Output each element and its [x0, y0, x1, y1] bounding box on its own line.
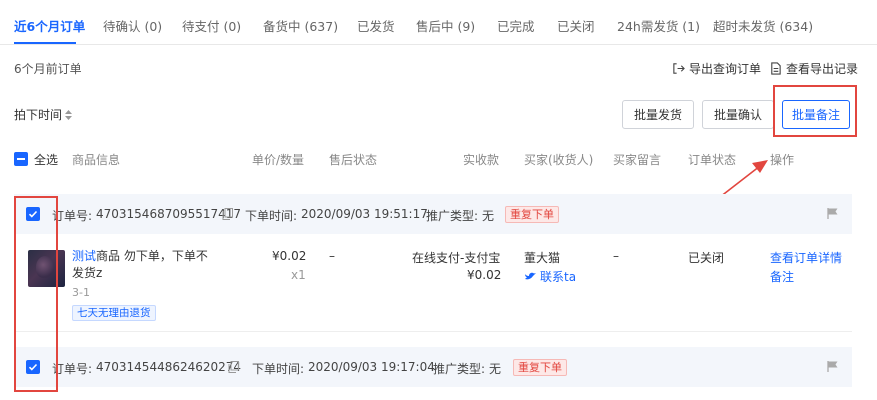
view-export-records-link[interactable]: 查看导出记录	[769, 60, 858, 77]
order-checkbox[interactable]	[26, 360, 40, 374]
sort-icon	[65, 109, 73, 120]
export-query-orders-link[interactable]: 导出查询订单	[672, 60, 761, 77]
repeat-order-tag: 重复下单	[513, 359, 567, 376]
order-time-label: 下单时间:	[245, 209, 298, 223]
view-order-detail-link[interactable]: 查看订单详情	[770, 249, 842, 266]
tab-ship-within-24h[interactable]: 24h需发货 (1)	[617, 16, 700, 35]
contact-bird-icon	[525, 272, 536, 280]
col-after-sale: 售后状态	[329, 153, 378, 167]
product-sku: 3-1	[72, 286, 90, 299]
tab-overdue-unshipped[interactable]: 超时未发货 (634)	[713, 16, 813, 35]
document-icon	[771, 62, 781, 75]
tab-pending-payment[interactable]: 待支付 (0)	[182, 16, 241, 35]
col-product: 商品信息	[72, 153, 121, 167]
col-actions: 操作	[770, 153, 795, 167]
batch-note-button[interactable]: 批量备注	[782, 100, 850, 129]
tab-recent-6-months[interactable]: 近6个月订单	[14, 16, 85, 35]
service-tag: 七天无理由退货	[72, 305, 156, 321]
order-number: 4703145448624620274	[96, 360, 242, 374]
tab-pending-confirm[interactable]: 待确认 (0)	[103, 16, 162, 35]
order-number-label: 订单号:	[52, 209, 93, 223]
order-header: 订单号: 4703145448624620274 下单时间: 2020/09/0…	[14, 347, 852, 387]
quantity: x1	[291, 268, 306, 282]
payment-method: 在线支付-支付宝	[412, 251, 501, 265]
col-price-qty: 单价/数量	[252, 153, 305, 167]
order-time: 2020/09/03 19:17:04	[308, 360, 435, 374]
tab-completed[interactable]: 已完成	[497, 16, 535, 35]
promo-type: 无	[489, 362, 502, 376]
col-paid: 实收款	[463, 153, 500, 167]
order-checkbox[interactable]	[26, 207, 40, 221]
sort-label-text: 拍下时间	[14, 108, 63, 122]
select-all-checkbox[interactable]	[14, 152, 28, 166]
col-buyer-note: 买家留言	[613, 153, 662, 167]
contact-buyer-link[interactable]: 联系ta	[524, 268, 576, 285]
order-time: 2020/09/03 19:51:17	[301, 207, 428, 221]
promo-type: 无	[482, 209, 495, 223]
batch-confirm-button[interactable]: 批量确认	[702, 100, 774, 129]
order-body: 测试商品 勿下单，下单不发货z 3-1 七天无理由退货 ¥0.02 x1 – 在…	[14, 236, 852, 332]
flag-icon[interactable]	[826, 207, 839, 220]
order-number: 4703154687095517417	[96, 207, 242, 221]
order-status: 已关闭	[688, 251, 725, 265]
order-tabs: 近6个月订单 待确认 (0) 待支付 (0) 备货中 (637) 已发货 售后中…	[0, 0, 877, 45]
export-icon	[673, 63, 685, 74]
product-name-prefix: 测试	[72, 249, 97, 263]
col-status: 订单状态	[688, 153, 737, 167]
active-tab-indicator	[14, 42, 76, 44]
view-export-label: 查看导出记录	[786, 62, 859, 76]
table-header: 全选 商品信息 单价/数量 售后状态 实收款 买家(收货人) 买家留言 订单状态…	[14, 146, 852, 172]
buyer-name: 董大猫	[524, 251, 561, 265]
paid-amount: ¥0.02	[467, 268, 502, 282]
promo-type-label: 推广类型:	[426, 209, 479, 223]
sort-by-order-time[interactable]: 拍下时间	[14, 106, 73, 123]
repeat-order-tag: 重复下单	[505, 206, 559, 223]
copy-icon[interactable]	[228, 361, 239, 373]
checkbox-check-icon	[28, 210, 38, 218]
checkbox-check-icon	[28, 363, 38, 371]
select-all-label: 全选	[34, 153, 59, 167]
tab-preparing[interactable]: 备货中 (637)	[263, 16, 338, 35]
col-buyer: 买家(收货人)	[524, 153, 594, 167]
order-header: 订单号: 4703154687095517417 下单时间: 2020/09/0…	[14, 194, 852, 234]
unit-price: ¥0.02	[272, 249, 307, 263]
tab-after-sale[interactable]: 售后中 (9)	[416, 16, 475, 35]
contact-label: 联系ta	[540, 270, 577, 284]
export-query-label: 导出查询订单	[689, 62, 762, 76]
order-number-label: 订单号:	[52, 362, 93, 376]
promo-type-label: 推广类型:	[433, 362, 486, 376]
copy-icon[interactable]	[222, 208, 233, 220]
flag-icon[interactable]	[826, 360, 839, 373]
tab-shipped[interactable]: 已发货	[357, 16, 395, 35]
add-note-link[interactable]: 备注	[770, 268, 794, 285]
batch-ship-button[interactable]: 批量发货	[622, 100, 694, 129]
order-time-label: 下单时间:	[252, 362, 305, 376]
product-name[interactable]: 测试商品 勿下单，下单不发货z	[72, 248, 212, 282]
after-sale-status: –	[329, 249, 335, 263]
product-thumbnail[interactable]	[28, 250, 65, 287]
buyer-note: –	[613, 249, 619, 263]
older-orders-label[interactable]: 6个月前订单	[14, 60, 82, 77]
tab-closed[interactable]: 已关闭	[557, 16, 595, 35]
